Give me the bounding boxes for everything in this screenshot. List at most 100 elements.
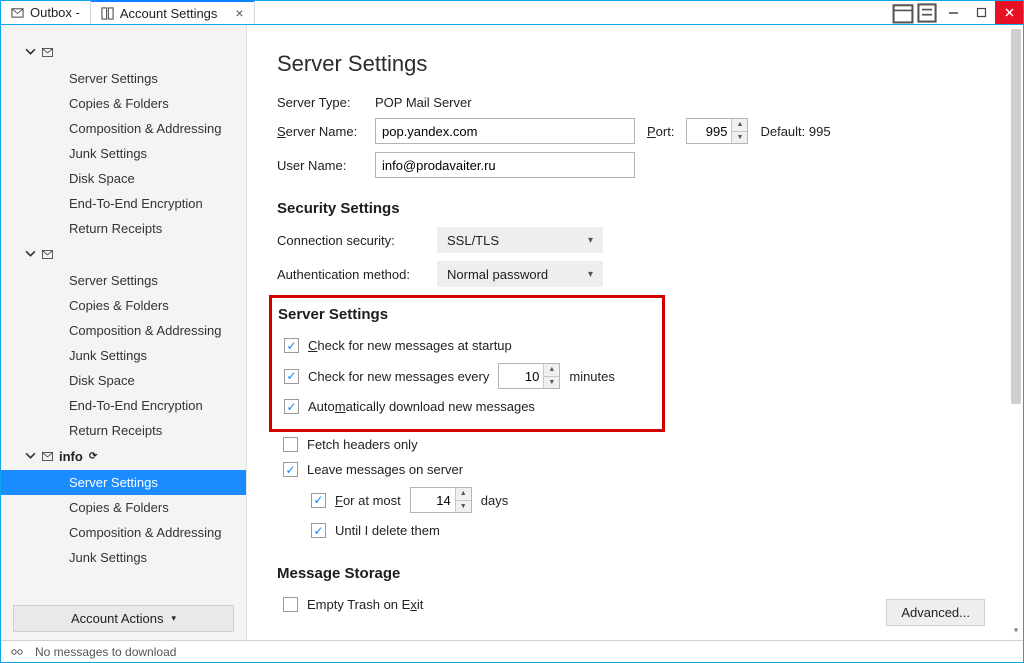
- chevron-down-icon: [25, 449, 36, 464]
- for-at-most-unit: days: [481, 493, 508, 508]
- scroll-down-icon[interactable]: ▾: [1011, 625, 1021, 636]
- highlight-box: Server Settings Check for new messages a…: [269, 295, 665, 432]
- sidebar-item-junk[interactable]: Junk Settings: [1, 141, 246, 166]
- sidebar-item-composition[interactable]: Composition & Addressing: [1, 318, 246, 343]
- fetch-headers-checkbox[interactable]: [283, 437, 298, 452]
- account-info-label: info: [59, 449, 83, 464]
- sidebar: Server Settings Copies & Folders Composi…: [1, 25, 247, 640]
- sidebar-item-copies[interactable]: Copies & Folders: [1, 293, 246, 318]
- sidebar-item-junk[interactable]: Junk Settings: [1, 545, 246, 570]
- sidebar-item-e2e[interactable]: End-To-End Encryption: [1, 191, 246, 216]
- outbox-icon: [11, 6, 24, 19]
- spinner-up-icon[interactable]: ▲: [456, 488, 471, 501]
- chevron-down-icon: [25, 45, 36, 60]
- content-panel: Server Settings Server Type: POP Mail Se…: [247, 25, 1023, 640]
- spinner-down-icon[interactable]: ▼: [456, 501, 471, 513]
- sidebar-item-server-settings[interactable]: Server Settings: [1, 470, 246, 495]
- mail-icon: [42, 249, 53, 260]
- account-header-info[interactable]: info ⟳: [1, 443, 246, 470]
- spinner-up-icon[interactable]: ▲: [544, 364, 559, 377]
- tasks-icon[interactable]: [915, 1, 939, 24]
- check-every-input[interactable]: ▲▼: [498, 363, 560, 389]
- sidebar-item-junk[interactable]: Junk Settings: [1, 343, 246, 368]
- sidebar-item-copies[interactable]: Copies & Folders: [1, 91, 246, 116]
- tab-close-icon[interactable]: ×: [235, 5, 243, 21]
- sidebar-item-receipts[interactable]: Return Receipts: [1, 418, 246, 443]
- sidebar-item-composition[interactable]: Composition & Addressing: [1, 520, 246, 545]
- security-heading: Security Settings: [277, 200, 987, 217]
- check-every-unit: minutes: [569, 369, 615, 384]
- close-button[interactable]: [995, 1, 1023, 24]
- scrollbar[interactable]: ▴ ▾: [1011, 29, 1021, 634]
- check-every-checkbox[interactable]: [284, 369, 299, 384]
- tab-outbox[interactable]: Outbox -: [1, 1, 91, 24]
- fetch-headers-label: Fetch headers only: [307, 437, 418, 452]
- status-text: No messages to download: [35, 645, 176, 659]
- sidebar-item-server-settings[interactable]: Server Settings: [1, 66, 246, 91]
- auto-download-label: Automatically download new messages: [308, 399, 535, 414]
- spinner-down-icon[interactable]: ▼: [544, 377, 559, 389]
- chevron-down-icon: [25, 247, 36, 262]
- server-type-label: Server Type:: [277, 95, 363, 110]
- scrollbar-thumb[interactable]: [1011, 29, 1021, 404]
- check-startup-checkbox[interactable]: [284, 338, 299, 353]
- check-startup-label: Check for new messages at startup: [308, 338, 512, 353]
- check-every-label-pre: Check for new messages every: [308, 369, 489, 384]
- for-at-most-input[interactable]: ▲▼: [410, 487, 472, 513]
- activity-icon: [9, 646, 25, 658]
- server-name-label: Server Name:: [277, 124, 363, 139]
- port-label: Port:: [647, 124, 674, 139]
- account-header-1[interactable]: [1, 39, 246, 66]
- connection-security-label: Connection security:: [277, 233, 425, 248]
- connection-security-select[interactable]: SSL/TLS ▾: [437, 227, 603, 253]
- leave-messages-label: Leave messages on server: [307, 462, 463, 477]
- user-name-label: User Name:: [277, 158, 363, 173]
- until-delete-label: Until I delete them: [335, 523, 440, 538]
- chevron-down-icon: ▾: [588, 269, 593, 280]
- settings-panel-icon: [101, 7, 114, 20]
- calendar-icon[interactable]: [891, 1, 915, 24]
- server-type-value: POP Mail Server: [375, 95, 472, 110]
- account-actions-button[interactable]: Account Actions ▾: [13, 605, 234, 632]
- titlebar: Outbox - Account Settings ×: [1, 1, 1023, 25]
- spinner-up-icon[interactable]: ▲: [732, 119, 747, 132]
- auto-download-checkbox[interactable]: [284, 399, 299, 414]
- empty-trash-checkbox[interactable]: [283, 597, 298, 612]
- sidebar-item-e2e[interactable]: End-To-End Encryption: [1, 393, 246, 418]
- auth-method-select[interactable]: Normal password ▾: [437, 261, 603, 287]
- message-storage-heading: Message Storage: [277, 565, 987, 582]
- maximize-button[interactable]: [967, 1, 995, 24]
- tab-account-settings-label: Account Settings: [120, 6, 218, 21]
- auth-method-label: Authentication method:: [277, 267, 425, 282]
- default-port-label: Default: 995: [760, 124, 830, 139]
- account-actions-label: Account Actions: [71, 611, 164, 626]
- sidebar-item-disk[interactable]: Disk Space: [1, 166, 246, 191]
- sidebar-item-copies[interactable]: Copies & Folders: [1, 495, 246, 520]
- leave-messages-checkbox[interactable]: [283, 462, 298, 477]
- port-input[interactable]: ▲▼: [686, 118, 748, 144]
- empty-trash-label: Empty Trash on Exit: [307, 597, 423, 612]
- account-header-2[interactable]: [1, 241, 246, 268]
- mail-icon: [42, 451, 53, 462]
- page-title: Server Settings: [277, 51, 987, 77]
- mail-icon: [42, 47, 53, 58]
- chevron-down-icon: ▾: [171, 613, 176, 624]
- sync-icon: ⟳: [89, 451, 97, 462]
- sidebar-item-receipts[interactable]: Return Receipts: [1, 216, 246, 241]
- minimize-button[interactable]: [939, 1, 967, 24]
- until-delete-checkbox[interactable]: [311, 523, 326, 538]
- user-name-input[interactable]: [375, 152, 635, 178]
- sidebar-item-server-settings[interactable]: Server Settings: [1, 268, 246, 293]
- server-name-input[interactable]: [375, 118, 635, 144]
- advanced-button[interactable]: Advanced...: [886, 599, 985, 626]
- statusbar: No messages to download: [1, 640, 1023, 662]
- chevron-down-icon: ▾: [588, 235, 593, 246]
- spinner-down-icon[interactable]: ▼: [732, 132, 747, 144]
- for-at-most-checkbox[interactable]: [311, 493, 326, 508]
- for-at-most-label: For at most: [335, 493, 401, 508]
- tab-outbox-label: Outbox -: [30, 5, 80, 20]
- tab-account-settings[interactable]: Account Settings ×: [91, 0, 255, 24]
- sidebar-item-disk[interactable]: Disk Space: [1, 368, 246, 393]
- server-settings-heading: Server Settings: [278, 306, 652, 323]
- sidebar-item-composition[interactable]: Composition & Addressing: [1, 116, 246, 141]
